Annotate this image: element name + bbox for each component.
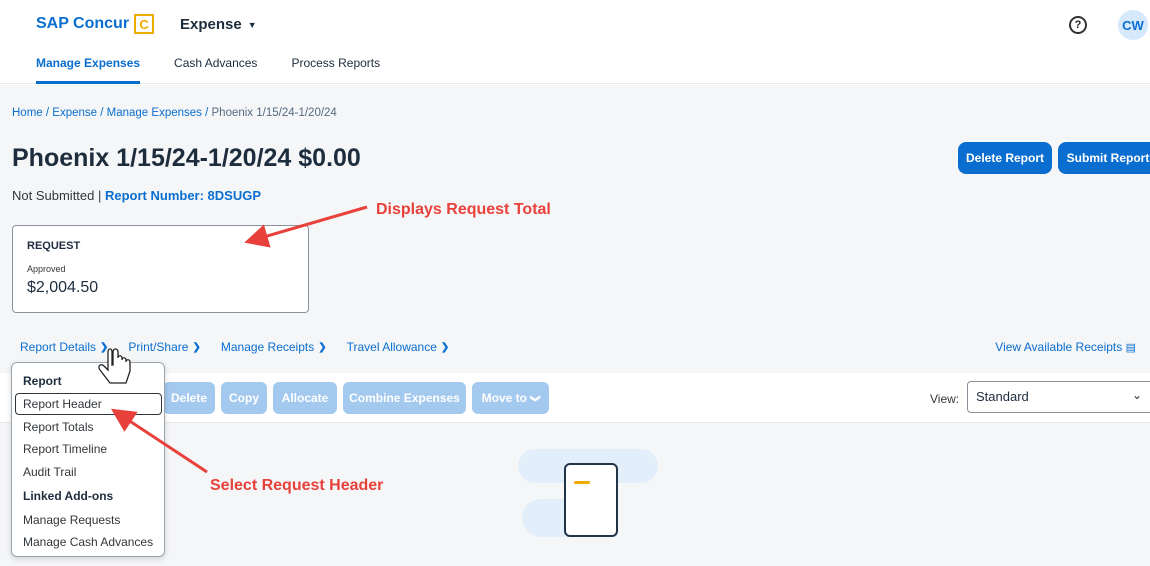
hand-cursor-icon: [98, 348, 131, 384]
annotation-arrow: [110, 408, 208, 474]
annotation-arrow: [244, 205, 368, 248]
annotation-arrows: [98, 205, 368, 474]
